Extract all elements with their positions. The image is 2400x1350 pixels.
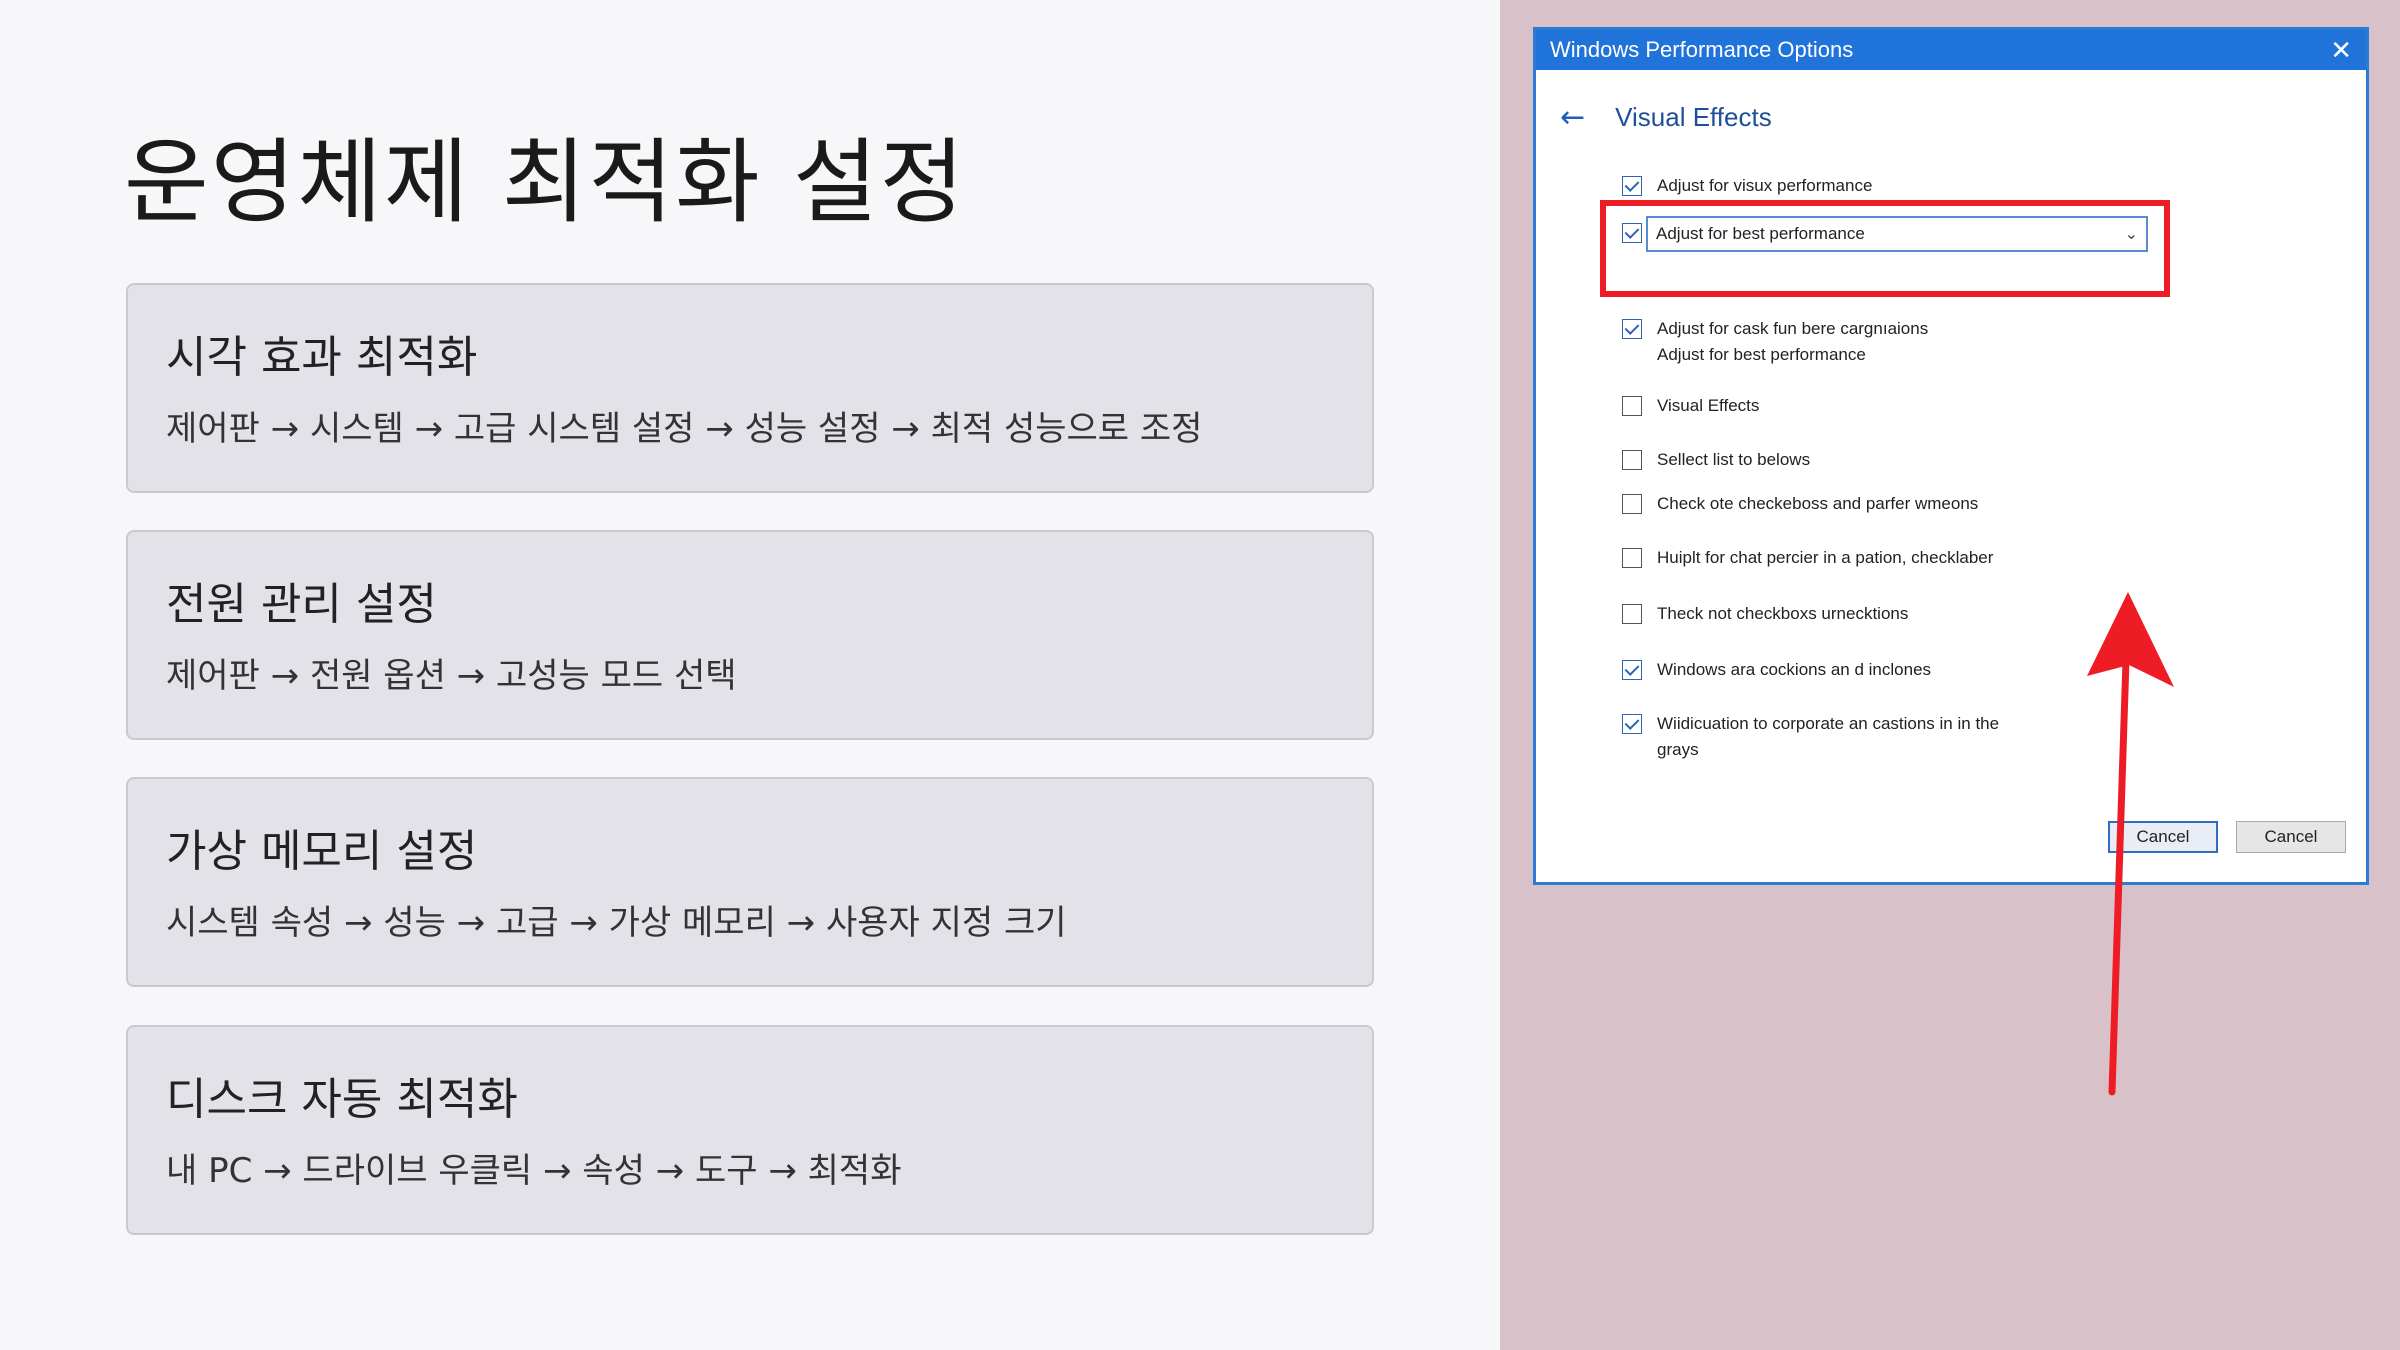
section-title: Visual Effects <box>1615 102 1772 132</box>
checkbox-checked[interactable] <box>1622 176 1642 196</box>
option-label: Huiplt for chat percier in a pation, che… <box>1657 548 1994 567</box>
dialog-title: Windows Performance Options <box>1550 37 1854 62</box>
card-power-settings: 전원 관리 설정 제어판 → 전원 옵션 → 고성능 모드 선택 <box>126 530 1374 740</box>
card-disk-optimize: 디스크 자동 최적화 내 PC → 드라이브 우클릭 → 속성 → 도구 → 최… <box>126 1025 1374 1235</box>
card-desc: 제어판 → 시스템 → 고급 시스템 설정 → 성능 설정 → 최적 성능으로 … <box>166 409 1203 449</box>
checkbox-checked[interactable] <box>1622 660 1642 680</box>
checkbox-unchecked[interactable] <box>1622 494 1642 514</box>
option-checkbox[interactable]: Wiidicuation to corporate an castions in… <box>1622 714 1999 763</box>
slide-panel: 운영체제 최적화 설정 시각 효과 최적화 제어판 → 시스템 → 고급 시스템… <box>0 0 1500 1350</box>
card-desc: 내 PC → 드라이브 우클릭 → 속성 → 도구 → 최적화 <box>166 1151 902 1191</box>
highlight-box <box>1600 200 2170 297</box>
card-title: 전원 관리 설정 <box>166 579 437 630</box>
option-label: Sellect list to belows <box>1657 450 1811 469</box>
option-label: Check ote checkeboss and parfer wmeons <box>1657 494 1979 513</box>
card-desc: 제어판 → 전원 옵션 → 고성능 모드 선택 <box>166 656 737 696</box>
option-checkbox[interactable]: Adjust for visux performance <box>1622 176 1872 199</box>
checkbox-unchecked[interactable] <box>1622 548 1642 568</box>
option-label: Adjust for visux performance <box>1657 176 1873 195</box>
checkbox-unchecked[interactable] <box>1622 450 1642 470</box>
option-checkbox[interactable]: Adjust for cask fun bere cargnıaions Adju… <box>1622 319 1928 368</box>
card-virtual-memory: 가상 메모리 설정 시스템 속성 → 성능 → 고급 → 가상 메모리 → 사용… <box>126 777 1374 987</box>
card-title: 시각 효과 최적화 <box>166 332 478 383</box>
page-title: 운영체제 최적화 설정 <box>124 129 967 236</box>
option-checkbox[interactable]: Check ote checkeboss and parfer wmeons <box>1622 494 1978 517</box>
checkbox-checked[interactable] <box>1622 319 1642 339</box>
option-label: Wiidicuation to corporate an castions in… <box>1657 714 2000 759</box>
close-icon[interactable]: ✕ <box>2330 37 2352 63</box>
option-label: Adjust for cask fun bere cargnıaions Adju… <box>1657 319 1929 364</box>
card-visual-effects: 시각 효과 최적화 제어판 → 시스템 → 고급 시스템 설정 → 성능 설정 … <box>126 283 1374 493</box>
performance-options-dialog: Windows Performance Options ✕ ← Visual E… <box>1533 27 2369 885</box>
option-label: Visual Effects <box>1657 396 1760 415</box>
checkbox-unchecked[interactable] <box>1622 604 1642 624</box>
card-title: 디스크 자동 최적화 <box>166 1074 518 1125</box>
back-arrow-icon[interactable]: ← <box>1560 100 1585 135</box>
dialog-titlebar: Windows Performance Options ✕ <box>1536 30 2366 70</box>
option-checkbox[interactable]: Sellect list to belows <box>1622 450 1810 473</box>
option-checkbox[interactable]: Windows ara cockions an d inclones <box>1622 660 1931 683</box>
section-header: ← Visual Effects <box>1560 100 1772 135</box>
checkbox-checked[interactable] <box>1622 714 1642 734</box>
card-title: 가상 메모리 설정 <box>166 826 478 877</box>
option-checkbox[interactable]: Huiplt for chat percier in a pation, che… <box>1622 548 1993 571</box>
option-label: Theck not checkboxs urnecktions <box>1657 604 1909 623</box>
option-checkbox[interactable]: Theck not checkboxs urnecktions <box>1622 604 1908 627</box>
cancel-button-primary[interactable]: Cancel <box>2108 821 2218 853</box>
cancel-button[interactable]: Cancel <box>2236 821 2346 853</box>
card-desc: 시스템 속성 → 성능 → 고급 → 가상 메모리 → 사용자 지정 크기 <box>166 903 1067 943</box>
checkbox-unchecked[interactable] <box>1622 396 1642 416</box>
option-checkbox[interactable]: Visual Effects <box>1622 396 1759 419</box>
option-label: Windows ara cockions an d inclones <box>1657 660 1932 679</box>
